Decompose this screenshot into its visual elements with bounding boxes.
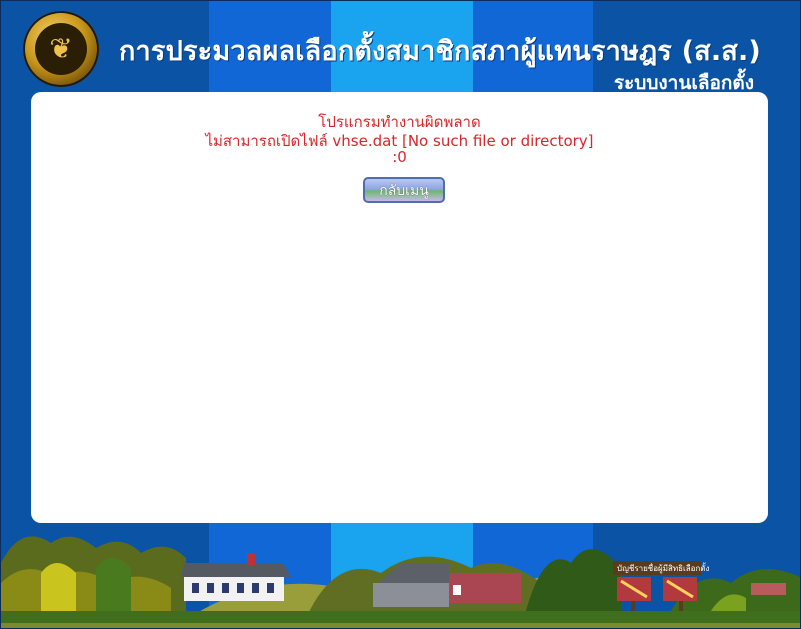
page-title: การประมวลผลเลือกตั้งสมาชิกสภาผู้แทนราษฎร…	[119, 36, 761, 67]
garuda-seal-icon: ❦	[23, 11, 99, 87]
village-scene-illustration: บัญชีรายชื่อผู้มีสิทธิเลือกตั้ง	[1, 536, 800, 628]
content-panel: โปรแกรมทำงานผิดพลาด ไม่สามารถเปิดไฟล์ vh…	[31, 92, 768, 523]
signboard-text: บัญชีรายชื่อผู้มีสิทธิเลือกตั้ง	[617, 562, 710, 574]
error-code: :0	[392, 148, 407, 166]
back-to-menu-button[interactable]: กลับเมนู	[363, 177, 445, 203]
app-window: ❦ การประมวลผลเลือกตั้งสมาชิกสภาผู้แทนราษ…	[0, 0, 801, 629]
